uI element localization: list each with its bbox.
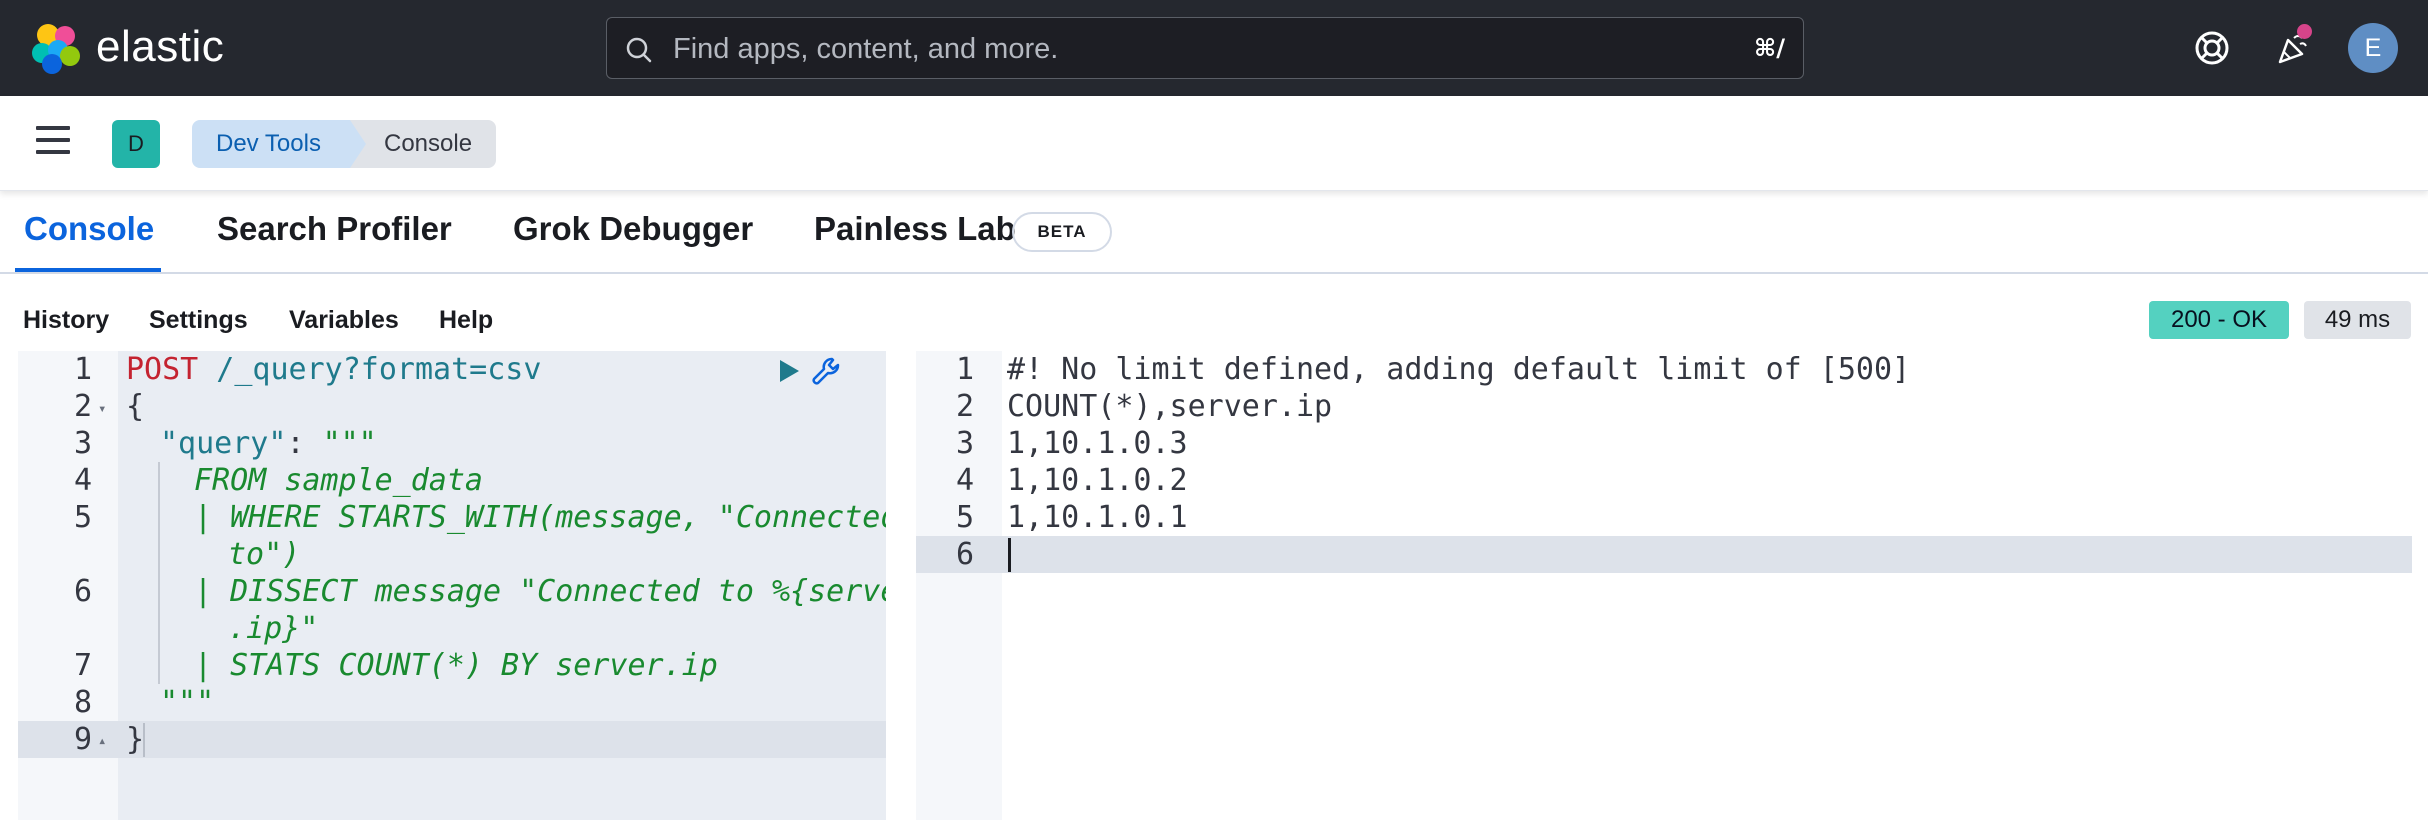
line-number: 5 <box>73 500 92 535</box>
menu-button[interactable] <box>36 126 74 160</box>
code-line-wrap: to") <box>228 537 301 572</box>
json-value: """ <box>322 426 377 461</box>
help-button[interactable] <box>2186 22 2238 74</box>
notification-dot <box>2297 24 2312 39</box>
request-url: /_query?format=csv <box>198 352 542 387</box>
active-line-highlight <box>18 721 886 758</box>
code-line: FROM sample_data <box>194 463 483 498</box>
request-editor[interactable]: 1 2 ▾ 3 4 5 6 7 8 9 ▴ POST /_query?forma… <box>18 351 886 820</box>
response-line: 1,10.1.0.1 <box>1007 500 1188 535</box>
line-number: 2 <box>73 389 92 424</box>
user-avatar[interactable]: E <box>2348 23 2398 73</box>
hamburger-icon-line <box>36 150 70 154</box>
code-line: "query": """ <box>160 425 377 462</box>
tab-search-profiler[interactable]: Search Profiler <box>217 210 452 248</box>
fold-toggle-icon[interactable]: ▴ <box>98 733 106 749</box>
text-cursor <box>1008 538 1011 572</box>
breadcrumb-dev-tools[interactable]: Dev Tools <box>192 120 369 168</box>
news-button[interactable] <box>2266 22 2318 74</box>
response-line: COUNT(*),server.ip <box>1007 389 1333 424</box>
http-method: POST <box>126 352 199 387</box>
beta-badge: BETA <box>1012 212 1112 252</box>
json-key: "query" <box>160 426 287 461</box>
lifebuoy-icon <box>2195 31 2229 65</box>
active-tab-indicator <box>15 268 161 272</box>
line-number: 3 <box>73 426 92 461</box>
code-line: """ <box>160 685 215 720</box>
status-badge: 200 - OK <box>2149 301 2289 339</box>
response-line: 1,10.1.0.2 <box>1007 463 1188 498</box>
history-button[interactable]: History <box>23 306 109 335</box>
line-number: 8 <box>73 685 92 720</box>
elastic-logo-icon[interactable] <box>28 20 84 76</box>
response-line: 1,10.1.0.3 <box>1007 426 1188 461</box>
active-line-highlight <box>916 536 2412 573</box>
tab-painless-lab[interactable]: Painless Lab <box>814 210 1016 248</box>
settings-button[interactable]: Settings <box>149 306 248 335</box>
indent-guide <box>158 462 160 684</box>
code-line: } <box>126 722 145 757</box>
tab-grok-debugger[interactable]: Grok Debugger <box>513 210 753 248</box>
response-line: #! No limit defined, adding default limi… <box>1007 352 1911 387</box>
line-number: 1 <box>955 352 974 387</box>
line-number: 3 <box>955 426 974 461</box>
line-number: 1 <box>73 352 92 387</box>
search-input[interactable] <box>671 30 1675 68</box>
line-number: 4 <box>955 463 974 498</box>
play-icon[interactable] <box>776 357 802 385</box>
breadcrumb-console: Console <box>350 120 497 168</box>
line-number: 6 <box>73 574 92 609</box>
help-menu-button[interactable]: Help <box>439 306 493 335</box>
json-colon: : <box>286 426 323 461</box>
bracket-cursor <box>143 723 145 757</box>
search-shortcut: ⌘/ <box>1753 34 1785 62</box>
line-number: 6 <box>955 537 974 572</box>
variables-button[interactable]: Variables <box>289 306 399 335</box>
top-header: elastic ⌘/ E <box>0 0 2428 96</box>
pane-resizer[interactable] <box>886 351 916 820</box>
line-number: 5 <box>955 500 974 535</box>
code-line: POST /_query?format=csv <box>126 351 541 388</box>
code-line: | STATS COUNT(*) BY server.ip <box>194 648 718 683</box>
code-line-wrap: .ip}" <box>228 611 319 646</box>
elastic-logo-text[interactable]: elastic <box>96 22 224 72</box>
search-icon <box>626 37 652 63</box>
breadcrumb-bar: D Dev Tools Console <box>0 96 2428 191</box>
hamburger-icon-line <box>36 138 70 142</box>
space-avatar[interactable]: D <box>112 120 160 168</box>
response-editor[interactable]: 1 2 3 4 5 6 #! No limit defined, adding … <box>916 351 2412 820</box>
wrench-icon[interactable] <box>810 355 846 389</box>
code-line: { <box>126 389 145 424</box>
line-number: 9 <box>73 722 92 757</box>
code-line: | DISSECT message "Connected to %{server <box>194 574 886 609</box>
tab-console[interactable]: Console <box>24 210 154 248</box>
code-line: | WHERE STARTS_WITH(message, "Connected <box>194 500 886 535</box>
hamburger-icon <box>36 126 70 130</box>
dev-tools-tabs: Console Search Profiler Grok Debugger Pa… <box>0 190 2428 274</box>
line-number: 7 <box>73 648 92 683</box>
duration-badge: 49 ms <box>2304 301 2411 339</box>
line-number: 2 <box>955 389 974 424</box>
line-number: 4 <box>73 463 92 498</box>
fold-toggle-icon[interactable]: ▾ <box>98 401 106 417</box>
global-search[interactable]: ⌘/ <box>606 17 1804 79</box>
